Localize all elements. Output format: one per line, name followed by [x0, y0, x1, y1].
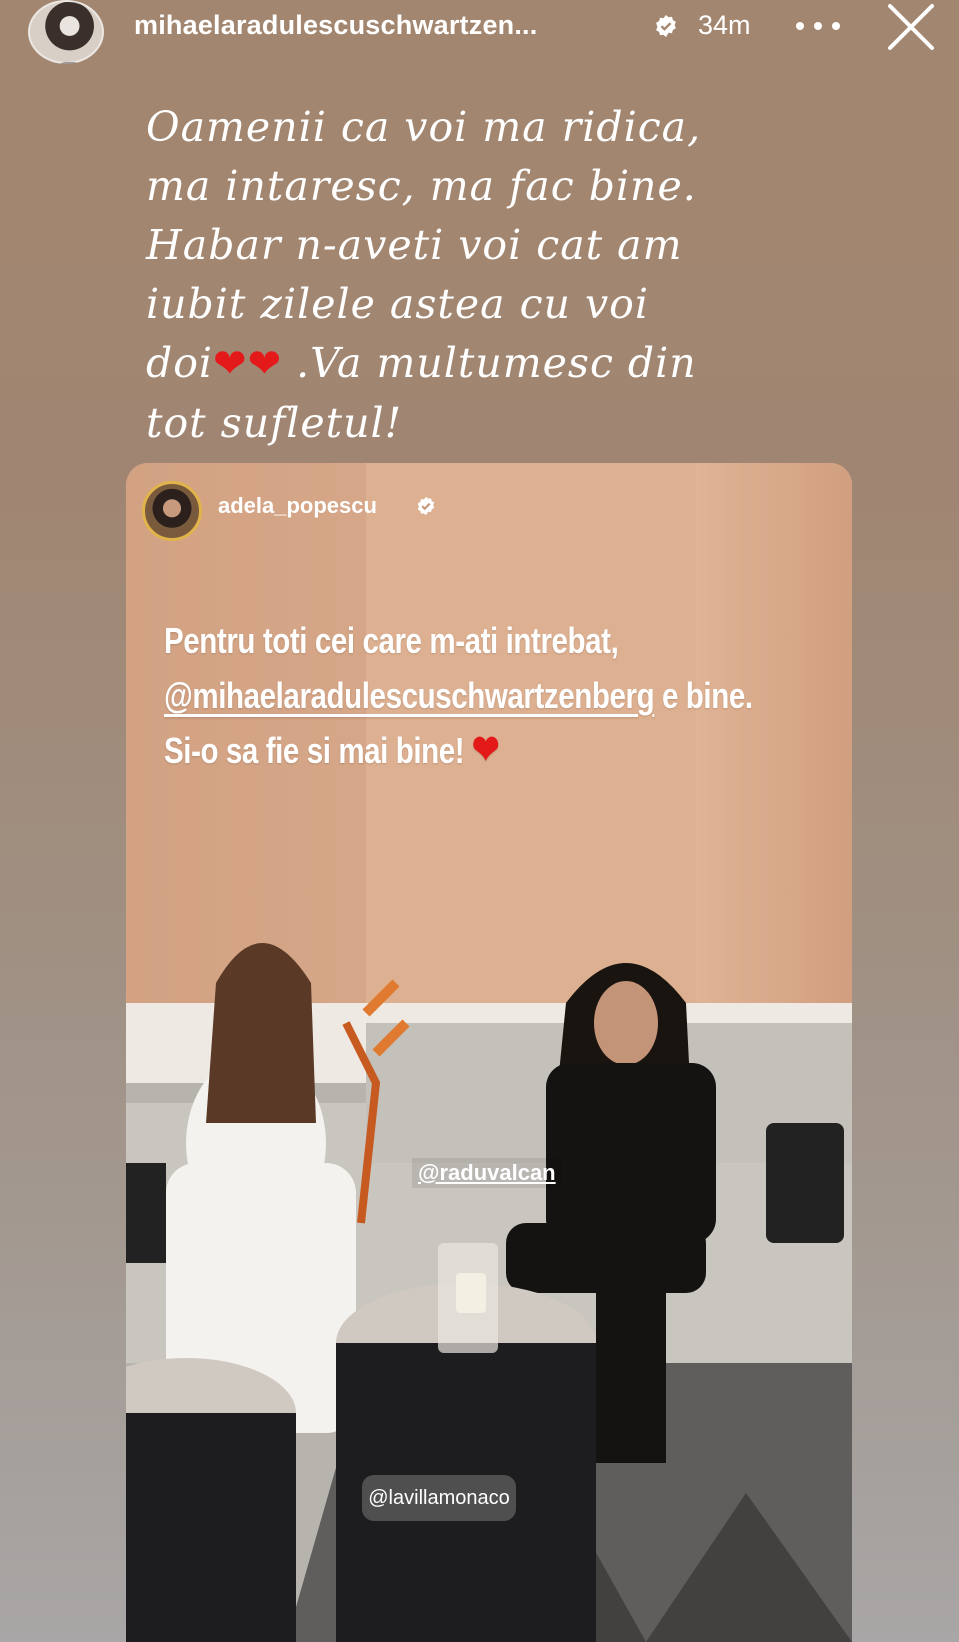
shared-post-avatar[interactable] [142, 481, 202, 541]
person-tag[interactable]: @raduvalcan [412, 1158, 562, 1188]
caption-word: .Va multumesc din [296, 339, 697, 387]
story-caption: Oamenii ca voi ma ridica, ma intaresc, m… [146, 98, 826, 453]
caption-line: Oamenii ca voi ma ridica, [146, 103, 702, 151]
verified-badge-icon [656, 15, 676, 37]
more-options-icon[interactable] [796, 12, 840, 40]
post-text-line: Pentru toti cei care m-ati intrebat, [164, 620, 619, 661]
post-text-line: Si-o sa fie si mai bine! ❤ [164, 723, 722, 778]
caption-line: tot sufletul! [146, 399, 403, 447]
post-text-line: @mihaelaradulescuschwartzenberg e bine. [164, 668, 753, 723]
story-username[interactable]: mihaelaradulescuschwartzen... [134, 10, 634, 41]
caption-word: doi [146, 339, 214, 387]
story-time: 34m [698, 10, 751, 40]
heart-emoji: ❤❤ [213, 341, 283, 387]
caption-line: Habar n-aveti voi cat am [146, 221, 683, 269]
story-header: mihaelaradulescuschwartzen... 34m [0, 0, 959, 64]
post-text-phrase: Si-o sa fie si mai bine! [164, 730, 465, 771]
location-tag[interactable]: @lavillamonaco [362, 1475, 516, 1521]
caption-line: doi❤❤ .Va multumesc din [146, 334, 826, 394]
caption-line: iubit zilele astea cu voi [146, 280, 649, 328]
caption-line: ma intaresc, ma fac bine. [146, 162, 697, 210]
shared-post-card[interactable]: adela_popescu Pentru toti cei care m-ati… [126, 463, 852, 1642]
shared-post-username[interactable]: adela_popescu [218, 493, 377, 519]
verified-badge-icon [417, 496, 435, 516]
shared-post-text: Pentru toti cei care m-ati intrebat, @mi… [164, 613, 753, 778]
story-avatar[interactable] [28, 0, 104, 64]
mention-link[interactable]: @mihaelaradulescuschwartzenberg [164, 675, 655, 716]
post-text-suffix: e bine. [654, 675, 753, 716]
close-icon[interactable] [884, 0, 938, 54]
heart-emoji: ❤ [472, 728, 500, 772]
